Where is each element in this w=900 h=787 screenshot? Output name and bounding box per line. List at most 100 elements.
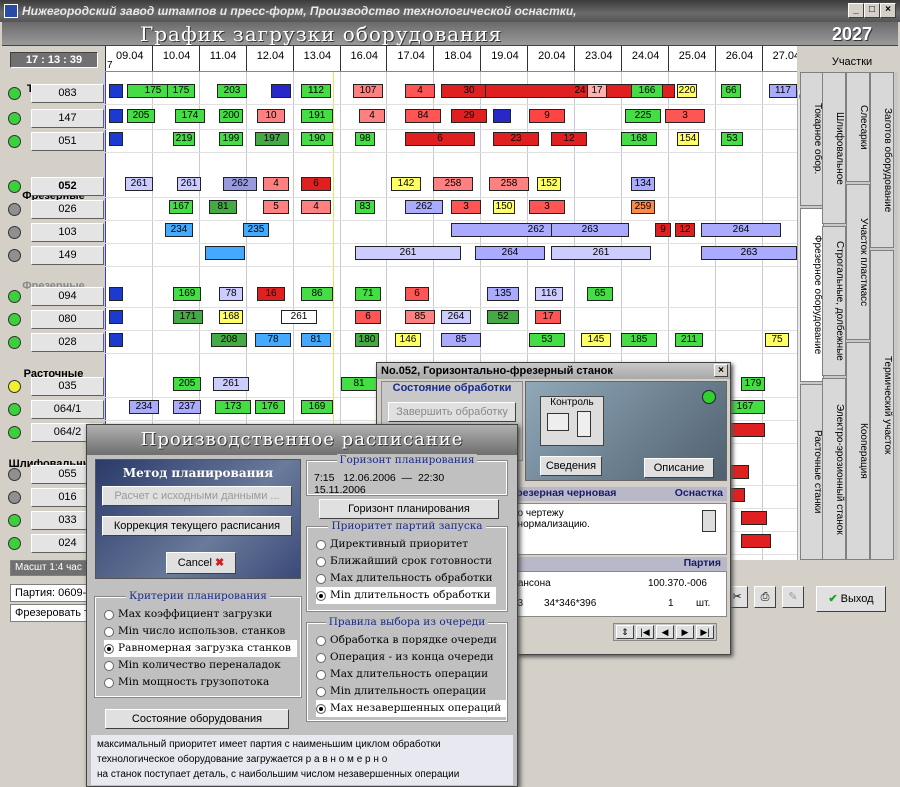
task-bar[interactable]: 85 xyxy=(405,310,435,324)
radio-option[interactable]: Min количество переналадок xyxy=(104,657,281,674)
task-bar[interactable]: 169 xyxy=(301,400,333,414)
task-bar[interactable]: 145 xyxy=(581,333,611,347)
task-bar[interactable]: 185 xyxy=(621,333,657,347)
task-bar[interactable]: 261 xyxy=(213,377,249,391)
task-bar[interactable]: 235 xyxy=(243,223,269,237)
radio-icon[interactable] xyxy=(104,610,114,620)
task-bar[interactable]: 6 xyxy=(405,132,475,146)
radio-option[interactable]: Операция - из конца очереди xyxy=(316,649,494,666)
machine-button[interactable]: 064/1 xyxy=(31,400,104,419)
task-bar[interactable]: 175 xyxy=(167,84,195,98)
task-bar[interactable]: 263 xyxy=(551,223,629,237)
task-bar[interactable] xyxy=(493,109,511,123)
task-bar[interactable]: 135 xyxy=(487,287,519,301)
radio-option[interactable]: Ближайший срок готовности xyxy=(316,553,492,570)
close-button[interactable]: × xyxy=(880,3,896,18)
task-bar[interactable]: 237 xyxy=(173,400,201,414)
task-bar[interactable]: 107 xyxy=(353,84,383,98)
radio-icon[interactable] xyxy=(316,704,326,714)
radio-option[interactable]: Max коэффициент загрузки xyxy=(104,606,272,623)
task-bar[interactable]: 234 xyxy=(165,223,193,237)
machine-button[interactable]: 035 xyxy=(31,377,104,396)
radio-icon[interactable] xyxy=(316,670,326,680)
task-bar[interactable]: 4 xyxy=(301,200,331,214)
machine-row[interactable]: 149 xyxy=(6,246,104,265)
task-bar[interactable]: 12 xyxy=(551,132,587,146)
task-bar[interactable]: 65 xyxy=(587,287,613,301)
task-bar[interactable]: 203 xyxy=(217,84,247,98)
task-bar[interactable]: 53 xyxy=(529,333,565,347)
machine-button[interactable]: 147 xyxy=(31,109,104,128)
task-bar[interactable]: 211 xyxy=(675,333,703,347)
radio-icon[interactable] xyxy=(316,557,326,567)
task-bar[interactable]: 167 xyxy=(725,400,765,414)
task-bar[interactable]: 264 xyxy=(441,310,471,324)
machine-row[interactable]: 026 xyxy=(6,200,104,219)
task-bar[interactable]: 84 xyxy=(405,109,441,123)
task-bar[interactable]: 81 xyxy=(341,377,377,391)
task-bar[interactable]: 205 xyxy=(173,377,201,391)
task-bar[interactable]: 4 xyxy=(359,109,385,123)
task-bar[interactable]: 146 xyxy=(395,333,421,347)
task-bar[interactable] xyxy=(109,287,123,301)
calc-button[interactable]: Расчет с исходными данными ... xyxy=(102,486,292,506)
task-bar[interactable]: 134 xyxy=(631,177,655,191)
task-bar[interactable]: 6 xyxy=(355,310,381,324)
task-bar[interactable]: 150 xyxy=(493,200,515,214)
task-bar[interactable]: 180 xyxy=(355,333,379,347)
machine-row[interactable]: 103 xyxy=(6,223,104,242)
radio-icon[interactable] xyxy=(104,627,114,637)
task-bar[interactable]: 200 xyxy=(219,109,243,123)
task-bar[interactable]: 142 xyxy=(391,177,421,191)
radio-option[interactable]: Max длительность обработки xyxy=(316,570,493,587)
task-bar[interactable]: 205 xyxy=(127,109,155,123)
machine-row[interactable]: 094 xyxy=(6,287,104,306)
task-bar[interactable]: 261 xyxy=(281,310,317,324)
last-record-icon[interactable]: ▶| xyxy=(696,625,714,639)
task-bar[interactable]: 261 xyxy=(355,246,461,260)
task-bar[interactable]: 86 xyxy=(301,287,333,301)
task-bar[interactable]: 98 xyxy=(355,132,375,146)
task-bar[interactable]: 234 xyxy=(129,400,159,414)
task-bar[interactable]: 219 xyxy=(173,132,195,146)
task-bar[interactable]: 169 xyxy=(173,287,201,301)
machine-button[interactable]: 052 xyxy=(31,177,104,196)
task-bar[interactable]: 258 xyxy=(489,177,529,191)
task-bar[interactable]: 85 xyxy=(441,333,481,347)
first-record-icon[interactable]: |◀ xyxy=(636,625,654,639)
section-tab[interactable]: Слесарки xyxy=(846,72,870,182)
task-bar[interactable] xyxy=(271,84,291,98)
correct-schedule-button[interactable]: Коррекция текущего расписания xyxy=(102,516,292,536)
task-bar[interactable]: 5 xyxy=(263,200,289,214)
task-bar[interactable]: 12 xyxy=(675,223,695,237)
task-bar[interactable]: 71 xyxy=(355,287,381,301)
machine-button[interactable]: 094 xyxy=(31,287,104,306)
radio-option[interactable]: Директивный приоритет xyxy=(316,536,468,553)
task-bar[interactable]: 3 xyxy=(665,109,705,123)
radio-icon[interactable] xyxy=(316,653,326,663)
task-bar[interactable]: 81 xyxy=(209,200,237,214)
radio-option[interactable]: Обработка в порядке очереди xyxy=(316,632,497,649)
section-tab[interactable]: Заготов оборудование xyxy=(870,72,894,248)
section-tab[interactable]: Кооперация xyxy=(846,342,870,560)
task-bar[interactable]: 9 xyxy=(529,109,565,123)
task-bar[interactable]: 171 xyxy=(173,310,203,324)
task-bar[interactable]: 52 xyxy=(487,310,519,324)
machine-row[interactable]: 028 xyxy=(6,333,104,352)
task-bar[interactable]: 10 xyxy=(257,109,285,123)
machine-row[interactable]: 052 xyxy=(6,177,104,196)
section-tab[interactable]: Фрезерное оборудование xyxy=(800,208,824,382)
task-bar[interactable]: 75 xyxy=(765,333,789,347)
task-bar[interactable]: 16 xyxy=(257,287,285,301)
exit-button[interactable]: ✔ Выход xyxy=(816,586,886,612)
task-bar[interactable]: 179 xyxy=(741,377,765,391)
task-bar[interactable]: 154 xyxy=(677,132,699,146)
radio-option[interactable]: Min число использов. станков xyxy=(104,623,285,640)
task-bar[interactable]: 261 xyxy=(177,177,201,191)
task-bar[interactable] xyxy=(725,423,765,437)
task-bar[interactable]: 78 xyxy=(255,333,291,347)
updown-icon[interactable]: ⇕ xyxy=(616,625,634,639)
radio-icon[interactable] xyxy=(316,591,326,601)
radio-option[interactable]: Min длительность обработки xyxy=(316,587,497,604)
prev-record-icon[interactable]: ◀ xyxy=(656,625,674,639)
